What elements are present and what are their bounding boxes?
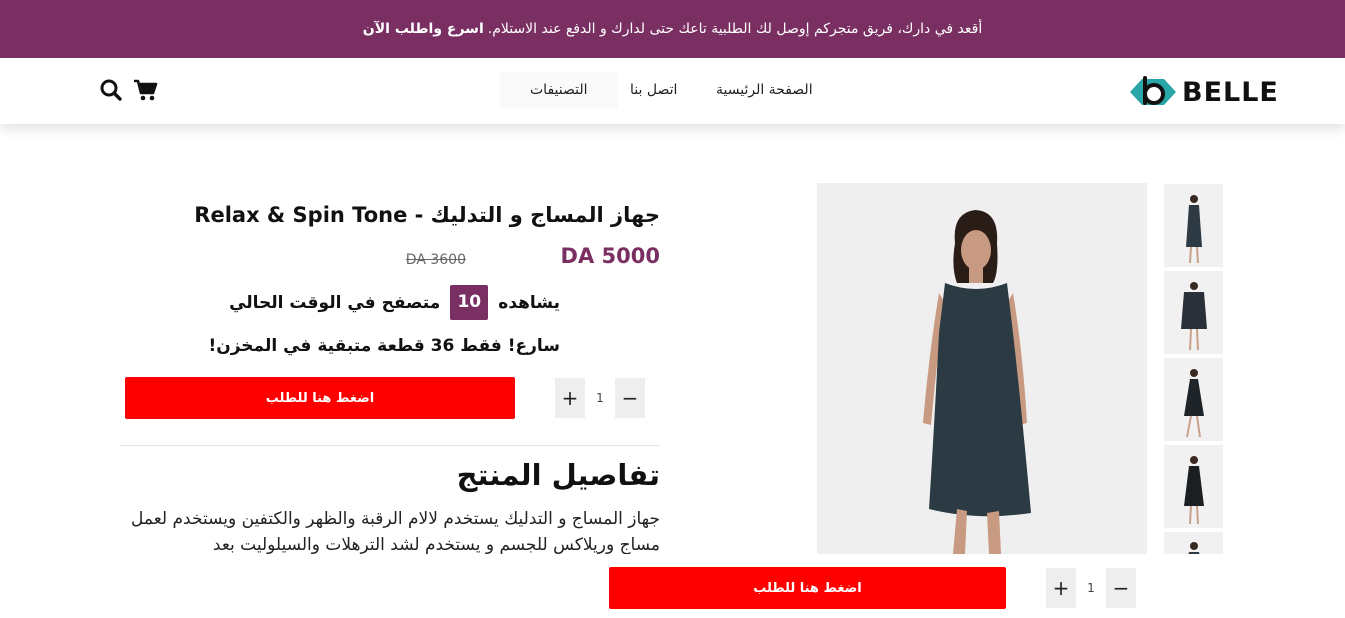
site-header: BELLE الصفحة الرئيسية اتصل بنا التصنيفات — [0, 58, 1345, 124]
sticky-increase-quantity-button[interactable]: + — [1046, 568, 1076, 608]
product-thumbnail[interactable] — [1164, 445, 1223, 528]
product-main-image[interactable] — [817, 183, 1147, 554]
quantity-value[interactable]: 1 — [585, 378, 615, 418]
nav-contact[interactable]: اتصل بنا — [630, 82, 677, 98]
live-viewers: يشاهده 10 متصفح في الوقت الحالي — [120, 285, 560, 320]
order-button[interactable]: اضغط هنا للطلب — [125, 377, 515, 419]
sticky-quantity-value[interactable]: 1 — [1076, 568, 1106, 608]
viewers-suffix: متصفح في الوقت الحالي — [229, 292, 441, 313]
logo-icon — [1130, 76, 1176, 105]
sticky-order-button[interactable]: اضغط هنا للطلب — [609, 567, 1006, 609]
nav-home[interactable]: الصفحة الرئيسية — [716, 82, 813, 98]
stock-notice: سارع! فقط 36 قطعة متبقية في المخزن! — [208, 336, 560, 356]
thumbnail-list — [1164, 184, 1223, 566]
search-icon[interactable] — [100, 78, 122, 106]
divider — [120, 445, 660, 446]
quantity-stepper: + 1 − — [555, 378, 645, 418]
product-thumbnail[interactable] — [1164, 271, 1223, 354]
nav-categories[interactable]: التصنيفات — [500, 72, 618, 108]
product-details-title: تفاصيل المنتج — [456, 458, 660, 492]
viewers-count: 10 — [450, 285, 489, 320]
sticky-decrease-quantity-button[interactable]: − — [1106, 568, 1136, 608]
cart-icon[interactable] — [133, 78, 158, 106]
product-thumbnail[interactable] — [1164, 358, 1223, 441]
announcement-text: أقعد في دارك، فريق متجركم إوصل لك الطلبي… — [487, 21, 983, 37]
logo[interactable]: BELLE — [1128, 73, 1279, 111]
dress-model-image — [817, 183, 1147, 554]
brand-name: BELLE — [1182, 76, 1279, 108]
announcement-cta[interactable]: اسرع واطلب الآن — [363, 21, 484, 37]
viewers-prefix: يشاهده — [498, 292, 560, 313]
product-old-price: DA 3600 — [405, 252, 466, 268]
product-title: جهاز المساج و التدليك - Relax & Spin Ton… — [194, 203, 660, 227]
sticky-quantity-stepper: + 1 − — [1046, 568, 1136, 608]
product-details-text: جهاز المساج و التدليك يستخدم لالام الرقب… — [131, 509, 660, 554]
increase-quantity-button[interactable]: + — [555, 378, 585, 418]
sticky-order-bar: + 1 − اضغط هنا للطلب — [0, 554, 1345, 618]
announcement-bar: أقعد في دارك، فريق متجركم إوصل لك الطلبي… — [0, 0, 1345, 58]
product-thumbnail[interactable] — [1164, 184, 1223, 267]
decrease-quantity-button[interactable]: − — [615, 378, 645, 418]
product-price: DA 5000 — [560, 244, 660, 268]
